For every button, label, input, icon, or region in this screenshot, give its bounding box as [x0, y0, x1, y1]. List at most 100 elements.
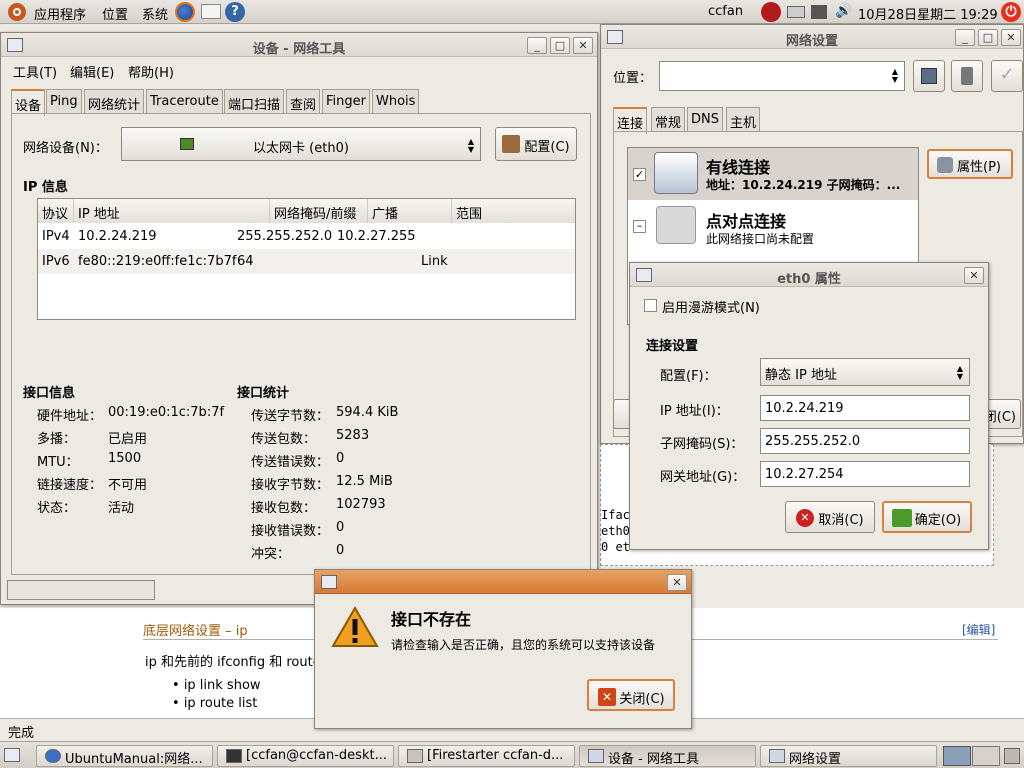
menu-edit[interactable]: 编辑(E): [70, 62, 114, 81]
properties-button[interactable]: 属性(P): [927, 149, 1013, 179]
mail-icon[interactable]: [201, 4, 221, 19]
tab-traceroute[interactable]: Traceroute: [146, 89, 223, 113]
close-button[interactable]: ✕: [964, 267, 984, 284]
tab-connections[interactable]: 连接: [613, 107, 648, 134]
system-menu[interactable]: 系统: [142, 4, 168, 23]
close-button[interactable]: ✕: [573, 37, 593, 54]
shutdown-icon[interactable]: [761, 2, 781, 22]
info-row: 硬件地址： 00:19:e0:1c:7b:7f: [37, 405, 225, 424]
list-item: • ip route list: [172, 696, 258, 711]
firefox-icon: [45, 749, 61, 763]
menu-help[interactable]: 帮助(H): [128, 62, 174, 81]
alert-close-button[interactable]: ✕ 关闭(C): [587, 679, 675, 711]
column-header[interactable]: 协议: [38, 199, 74, 223]
info-row: 状态： 活动: [37, 501, 135, 516]
workspace-switcher-2[interactable]: [972, 746, 1000, 766]
places-menu[interactable]: 位置: [102, 4, 128, 23]
tab-portscan[interactable]: 端口扫描: [224, 89, 285, 113]
list-item-ppp[interactable]: – 点对点连接 此网络接口尚未配置: [628, 204, 918, 250]
table-row[interactable]: IPv4 10.2.24.219 255.255.252.0 10.2.27.2…: [38, 224, 575, 249]
network-monitor-icon[interactable]: [811, 5, 827, 19]
device-label: 网络设备(N)：: [23, 141, 108, 156]
tab-general[interactable]: 常规: [651, 107, 686, 131]
window-icon: [588, 749, 604, 763]
window-icon: [321, 575, 337, 589]
edit-link[interactable]: [编辑]: [962, 621, 995, 638]
warning-icon: [331, 606, 379, 647]
task-network-tools[interactable]: 设备 - 网络工具: [579, 745, 756, 767]
tab-hosts[interactable]: 主机: [726, 107, 761, 131]
window-icon: [769, 749, 785, 763]
maximize-button[interactable]: □: [978, 29, 998, 46]
tab-devices[interactable]: 设备: [11, 89, 46, 116]
cancel-button[interactable]: ✕ 取消(C): [785, 501, 875, 533]
tab-finger[interactable]: Finger: [322, 89, 370, 113]
menu-tools[interactable]: 工具(T): [13, 62, 57, 81]
ubuntu-logo-icon[interactable]: [8, 3, 26, 21]
tab-whois[interactable]: Whois: [372, 89, 420, 113]
firefox-icon[interactable]: [175, 2, 195, 22]
table-row[interactable]: IPv6 fe80::219:e0ff:fe1c:7b7f 64 Link: [38, 249, 575, 274]
configure-button[interactable]: 配置(C): [495, 127, 577, 161]
list-item-wired[interactable]: ✓ 有线连接 地址：10.2.24.219 子网掩码：...: [628, 148, 918, 200]
gateway-field[interactable]: 10.2.27.254: [760, 461, 970, 487]
trash-icon[interactable]: [1004, 748, 1020, 764]
network-settings-titlebar[interactable]: 网络设置 _ □ ✕: [601, 25, 1023, 49]
table-cell: IPv4: [42, 229, 70, 244]
ppp-subtitle: 此网络接口尚未配置: [706, 232, 815, 246]
task-firestarter[interactable]: [Firestarter ccfan-d...: [398, 745, 575, 767]
tab-ping[interactable]: Ping: [46, 89, 82, 113]
network-tools-titlebar[interactable]: 设备 - 网络工具 _ □ ✕: [1, 33, 597, 57]
minimize-button[interactable]: _: [955, 29, 975, 46]
workspace-switcher-1[interactable]: [943, 746, 971, 766]
location-combo[interactable]: ▲ ▼: [659, 61, 905, 91]
properties-icon: [937, 157, 953, 173]
volume-icon[interactable]: 🔊: [835, 3, 852, 19]
ppp-enable-checkbox[interactable]: –: [633, 220, 646, 233]
tab-netstat[interactable]: 网络统计: [84, 89, 145, 113]
task-firefox[interactable]: UbuntuManual:网络...: [36, 745, 213, 767]
clock[interactable]: 10月28日星期二 19:29: [858, 4, 998, 23]
wired-enable-checkbox[interactable]: ✓: [633, 168, 646, 181]
help-icon[interactable]: ?: [225, 2, 245, 22]
stat-row: 接收错误数： 0: [251, 520, 345, 539]
floppy-icon: [921, 68, 937, 84]
column-header[interactable]: IP 地址: [74, 199, 270, 223]
delete-location-button[interactable]: [951, 60, 983, 92]
minimize-button[interactable]: _: [527, 37, 547, 54]
status-text: 完成: [8, 726, 35, 741]
maximize-button[interactable]: □: [550, 37, 570, 54]
table-cell: Link: [421, 254, 448, 269]
alert-titlebar[interactable]: ✕: [315, 570, 691, 594]
applications-menu[interactable]: 应用程序: [34, 4, 86, 23]
device-combo[interactable]: 以太网卡 (eth0) ▲ ▼: [121, 127, 481, 161]
quit-icon[interactable]: ⏻: [1001, 2, 1021, 22]
user-name[interactable]: ccfan: [708, 4, 743, 19]
column-header[interactable]: 范围: [452, 199, 575, 223]
close-button[interactable]: ✕: [1001, 29, 1021, 46]
table-cell: 255.255.252.0: [237, 229, 333, 244]
window-title: 设备 - 网络工具: [252, 42, 346, 57]
roaming-checkbox[interactable]: [644, 299, 657, 312]
column-header[interactable]: 网络掩码/前缀: [270, 199, 368, 223]
stat-row: 传送字节数： 594.4 KiB: [251, 405, 399, 424]
column-header[interactable]: 广播: [368, 199, 452, 223]
ok-button[interactable]: 确定(O): [882, 501, 972, 533]
subnet-mask-field[interactable]: 255.255.252.0: [760, 428, 970, 454]
dialog-title: eth0 属性: [777, 272, 841, 287]
save-location-button[interactable]: [913, 60, 945, 92]
task-terminal[interactable]: [ccfan@ccfan-deskt...: [217, 745, 394, 767]
apply-button[interactable]: ✓: [991, 60, 1023, 92]
eth0-titlebar[interactable]: eth0 属性 ✕: [630, 263, 988, 287]
keyboard-icon[interactable]: [787, 6, 805, 18]
roaming-label[interactable]: 启用漫游模式(N): [662, 297, 760, 316]
tab-dns[interactable]: DNS: [687, 107, 723, 131]
stat-row: 冲突： 0: [251, 543, 345, 562]
show-desktop-icon[interactable]: [4, 748, 20, 762]
ip-address-field[interactable]: 10.2.24.219: [760, 395, 970, 421]
close-button[interactable]: ✕: [667, 574, 687, 591]
config-method-combo[interactable]: 静态 IP 地址 ▲ ▼: [760, 358, 970, 386]
tab-lookup[interactable]: 查阅: [286, 89, 321, 113]
task-network-settings[interactable]: 网络设置: [760, 745, 937, 767]
terminal-icon: [226, 749, 242, 763]
